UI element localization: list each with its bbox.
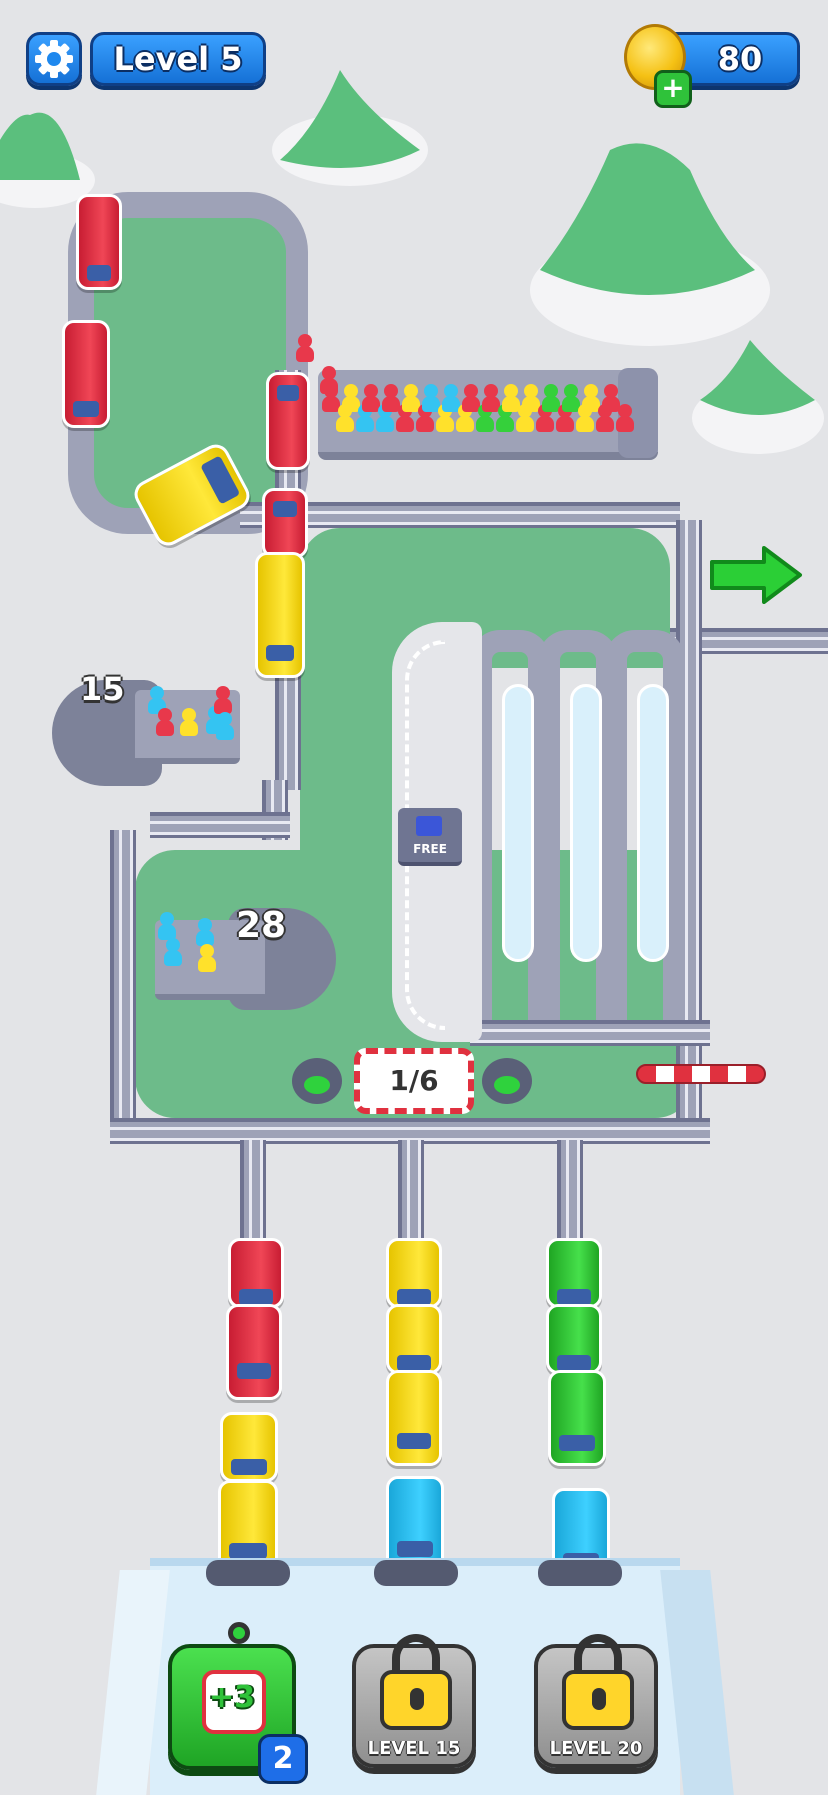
mountain-decor <box>690 330 828 460</box>
train-car[interactable] <box>255 552 305 678</box>
queue-car[interactable] <box>546 1238 602 1308</box>
queue-car[interactable] <box>226 1304 282 1400</box>
parking-slot <box>637 684 669 962</box>
passenger <box>196 918 214 946</box>
queue-car[interactable] <box>386 1304 442 1374</box>
track <box>398 1140 424 1240</box>
passenger <box>156 708 174 736</box>
locked-slot-level-20[interactable]: LEVEL 20 <box>534 1634 658 1768</box>
passenger <box>198 944 216 972</box>
plus-icon: + <box>661 71 685 104</box>
passenger <box>180 708 198 736</box>
boost-label: +3 <box>208 1680 255 1715</box>
progress-sign: 1/6 <box>354 1048 474 1114</box>
boost-button[interactable]: +3 2 <box>168 1622 308 1784</box>
queue-car[interactable] <box>228 1238 284 1308</box>
queue-car[interactable] <box>386 1238 442 1308</box>
track <box>150 812 290 838</box>
parking-slot <box>502 684 534 962</box>
video-icon <box>416 816 442 836</box>
queue-car[interactable] <box>220 1412 278 1482</box>
free-unlock-button[interactable]: FREE <box>398 808 462 866</box>
settings-button[interactable] <box>26 32 82 86</box>
queue-car[interactable] <box>386 1370 442 1466</box>
progress-label: 1/6 <box>389 1064 439 1097</box>
mountain-decor <box>520 130 780 350</box>
lock1-label: LEVEL 15 <box>367 1738 461 1759</box>
track <box>557 1140 583 1240</box>
barrier-gate <box>636 1064 766 1084</box>
train-car[interactable] <box>76 194 122 290</box>
boost-count: 2 <box>272 1741 294 1776</box>
passenger <box>216 712 234 740</box>
queue-hole <box>206 1560 290 1586</box>
passenger <box>320 366 338 394</box>
track <box>110 830 136 1130</box>
passenger <box>158 912 176 940</box>
track <box>470 1020 710 1046</box>
passenger <box>164 938 182 966</box>
lock2-label: LEVEL 20 <box>549 1738 643 1759</box>
green-light-left <box>292 1058 342 1104</box>
level-label: Level 5 <box>113 40 243 78</box>
free-label: FREE <box>413 842 447 856</box>
passenger <box>616 404 634 432</box>
passenger <box>214 686 232 714</box>
locked-slot-level-15[interactable]: LEVEL 15 <box>352 1634 476 1768</box>
padlock-body <box>380 1670 452 1730</box>
queue-hole <box>374 1560 458 1586</box>
waiting-count-left: 15 <box>80 670 125 708</box>
passenger <box>296 334 314 362</box>
padlock-body <box>562 1670 634 1730</box>
parking-slot <box>570 684 602 962</box>
level-badge: Level 5 <box>90 32 266 86</box>
queue-hole <box>538 1560 622 1586</box>
add-coins-button[interactable]: + <box>654 70 692 108</box>
green-light-right <box>482 1058 532 1104</box>
train-car[interactable] <box>266 372 310 470</box>
boost-ring-icon <box>228 1622 250 1644</box>
waiting-count-bottom: 28 <box>236 905 287 946</box>
boost-count-badge: 2 <box>258 1734 308 1784</box>
queue-car[interactable] <box>548 1370 606 1466</box>
train-car[interactable] <box>62 320 110 428</box>
mountain-decor <box>270 50 430 190</box>
green-arrow-right-icon <box>708 546 804 604</box>
track <box>240 1140 266 1240</box>
train-car[interactable] <box>262 488 308 558</box>
gear-icon <box>35 40 73 78</box>
queue-car[interactable] <box>546 1304 602 1374</box>
